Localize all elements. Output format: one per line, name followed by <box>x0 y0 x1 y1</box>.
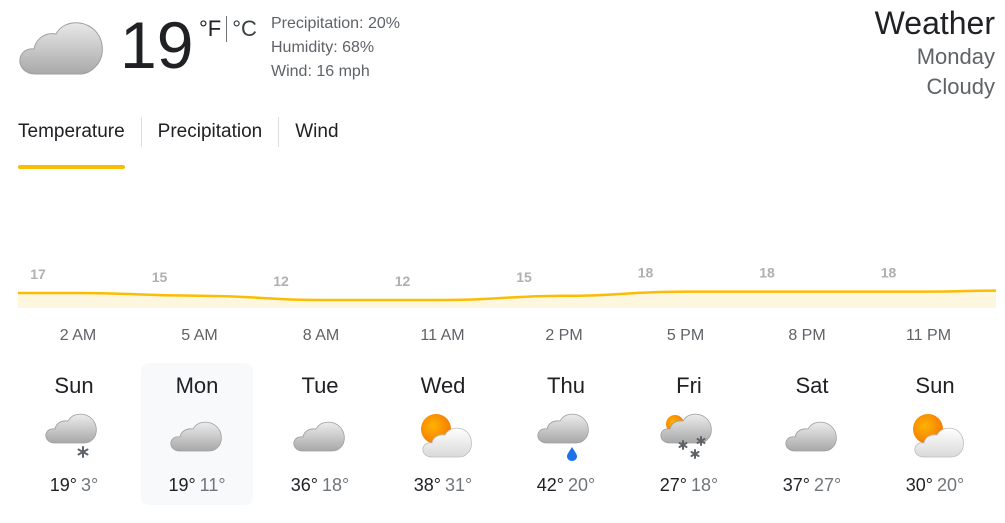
day-name: Sat <box>795 373 829 398</box>
humidity-text: Humidity: 68% <box>271 39 375 56</box>
celsius-toggle[interactable]: °C <box>232 16 257 42</box>
daily-forecast: Sun 19° 3° Mon 19° 11° Tue 36° 18° Wed 38° 3… <box>12 363 1002 505</box>
fahrenheit-toggle[interactable]: °F <box>199 16 221 42</box>
high-temp: 30° <box>905 475 933 495</box>
current-day: Monday <box>916 44 995 69</box>
temperature-label: 12 <box>395 273 411 289</box>
hour-label: 8 PM <box>788 327 826 344</box>
unit-toggle: °F °C <box>199 16 257 42</box>
partly-cloudy-icon <box>412 407 474 465</box>
day-name: Sun <box>915 373 955 398</box>
temperature-label: 18 <box>759 265 775 281</box>
high-temp: 38° <box>413 475 441 495</box>
day-temps: 38° 31° <box>387 475 499 496</box>
snow-cloud-icon <box>43 407 105 465</box>
snow-showers-icon <box>658 407 720 465</box>
day-name: Fri <box>676 373 702 398</box>
temperature-label: 17 <box>30 266 46 282</box>
low-temp: 3° <box>81 475 99 495</box>
day-fri[interactable]: Fri 27° 18° <box>633 363 745 505</box>
day-temps: 19° 3° <box>18 475 130 496</box>
temperature-label: 12 <box>273 273 289 289</box>
rain-cloud-icon <box>535 407 597 465</box>
partly-cloudy-icon <box>904 407 966 465</box>
day-name: Sun <box>54 373 94 398</box>
day-name: Thu <box>547 373 585 398</box>
day-name: Wed <box>420 373 466 398</box>
current-details: Precipitation: 20% Humidity: 68% Wind: 1… <box>271 12 400 84</box>
day-tue[interactable]: Tue 36° 18° <box>264 363 376 505</box>
cloudy-icon <box>19 22 103 75</box>
day-mon[interactable]: Mon 19° 11° <box>141 363 253 505</box>
precipitation-text: Precipitation: 20% <box>271 15 400 32</box>
location-header: Weather Monday Cloudy <box>875 4 995 102</box>
hour-label: 5 PM <box>666 327 705 344</box>
hour-label: 11 PM <box>905 327 952 344</box>
high-temp: 27° <box>659 475 687 495</box>
high-temp: 19° <box>168 475 196 495</box>
high-temp: 19° <box>49 475 77 495</box>
temperature-label: 15 <box>516 269 532 285</box>
high-temp: 42° <box>536 475 564 495</box>
temperature-label: 18 <box>638 265 654 281</box>
day-name: Mon <box>175 373 219 398</box>
tab-temperature[interactable]: Temperature <box>18 115 125 169</box>
day-name: Tue <box>301 373 339 398</box>
low-temp: 20° <box>937 475 965 495</box>
day-temps: 30° 20° <box>879 475 991 496</box>
hour-label: 11 AM <box>420 327 465 344</box>
temperature-chart: 17 15 12 12 15 18 18 18 <box>18 265 996 308</box>
low-temp: 11° <box>199 475 226 495</box>
tab-precipitation[interactable]: Precipitation <box>158 115 263 159</box>
current-temperature: 19 <box>120 8 194 82</box>
current-condition: Cloudy <box>926 74 995 99</box>
temperature-area <box>18 290 996 308</box>
day-sun[interactable]: Sun 19° 3° <box>18 363 130 505</box>
day-temps: 36° 18° <box>264 475 376 496</box>
hour-label: 8 AM <box>302 327 340 344</box>
day-sun-next[interactable]: Sun 30° 20° <box>879 363 991 505</box>
day-wed[interactable]: Wed 38° 31° <box>387 363 499 505</box>
tab-wind[interactable]: Wind <box>295 115 338 159</box>
low-temp: 18° <box>322 475 350 495</box>
day-sat[interactable]: Sat 37° 27° <box>756 363 868 505</box>
low-temp: 31° <box>445 475 473 495</box>
high-temp: 36° <box>290 475 318 495</box>
hour-label: 2 AM <box>59 327 97 344</box>
wind-text: Wind: 16 mph <box>271 63 370 80</box>
day-temps: 37° 27° <box>756 475 868 496</box>
tab-divider <box>278 117 280 147</box>
high-temp: 37° <box>782 475 810 495</box>
cloudy-icon <box>166 407 228 465</box>
unit-divider <box>226 16 228 42</box>
hour-label: 5 AM <box>181 327 218 344</box>
day-temps: 27° 18° <box>633 475 745 496</box>
low-temp: 18° <box>691 475 719 495</box>
tab-divider <box>140 117 142 147</box>
low-temp: 27° <box>814 475 842 495</box>
temperature-label: 15 <box>152 269 168 285</box>
chart-tabs: Temperature Precipitation Wind <box>18 115 339 169</box>
cloudy-icon <box>289 407 351 465</box>
cloudy-icon <box>781 407 843 465</box>
page-title: Weather <box>874 5 995 41</box>
temperature-label: 18 <box>881 265 897 281</box>
day-temps: 19° 11° <box>141 475 253 496</box>
low-temp: 20° <box>568 475 596 495</box>
hour-label: 2 PM <box>545 327 583 344</box>
day-thu[interactable]: Thu 42° 20° <box>510 363 622 505</box>
hour-axis: 2 AM 5 AM 8 AM 11 AM 2 PM 5 PM 8 PM 11 PM <box>18 327 996 349</box>
day-temps: 42° 20° <box>510 475 622 496</box>
